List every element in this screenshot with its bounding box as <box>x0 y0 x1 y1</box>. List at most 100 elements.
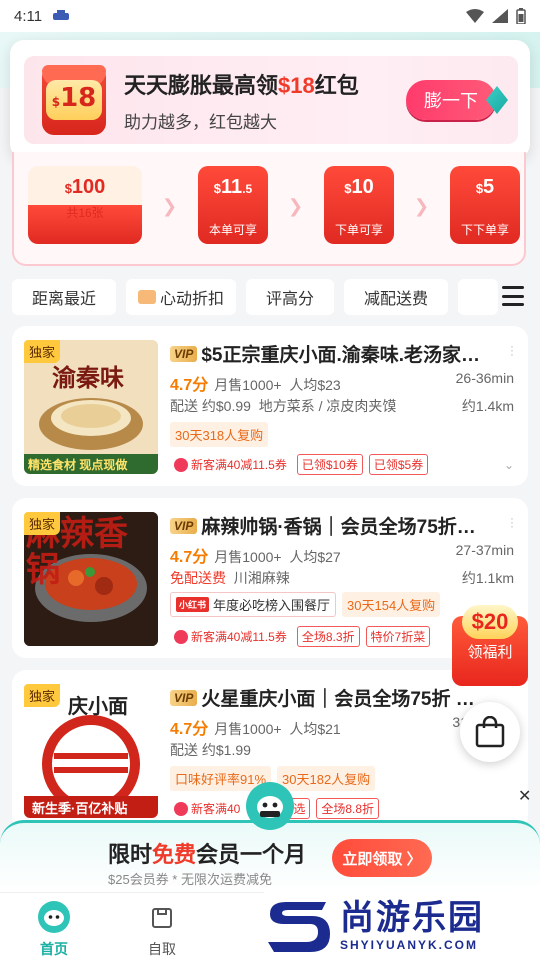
filter-reduced-delivery[interactable]: 减配送费 <box>344 279 449 315</box>
filter-discount[interactable]: 心动折扣 <box>126 279 237 315</box>
coupon-currency: $ <box>64 181 72 196</box>
filter-more[interactable] <box>458 279 499 315</box>
avg-price: 人均$21 <box>289 721 341 737</box>
red-envelope-popup[interactable]: $18 天天膨胀最高领$18红包 助力越多，红包越大 膨一下 <box>10 40 530 158</box>
expand-button[interactable]: 膨一下 <box>406 80 496 120</box>
shopping-bag-icon <box>475 716 505 748</box>
coupon-label: 下单可享 <box>334 223 383 237</box>
delivery-eta: 26-36min <box>455 370 514 386</box>
promo-icon <box>174 457 188 472</box>
watermark-text: 尚游乐园 SHYIYUANYK.COM <box>340 900 484 952</box>
coupon-amount: $100 <box>28 176 142 200</box>
coupon-value: 5 <box>483 176 495 198</box>
shop-distance: 约1.4km <box>461 398 514 414</box>
member-banner[interactable]: 限时免费会员一个月 $25会员券 * 无限次运费减免 立即领取 〉 <box>0 820 540 892</box>
tab-home[interactable]: 首页 <box>14 901 94 959</box>
repurchase-tag: 30天154人复购 <box>342 592 441 617</box>
coupon-item[interactable]: $5 下下单享 <box>450 166 520 244</box>
pickup-bag-icon <box>146 901 178 933</box>
close-icon[interactable]: ✕ <box>518 786 531 806</box>
repurchase-tag: 30天182人复购 <box>277 766 376 791</box>
shop-score: 4.7分 <box>170 549 209 566</box>
promo-icon <box>174 629 188 644</box>
coupon-item[interactable]: $10 下单可享 <box>324 166 394 244</box>
signal-icon <box>492 9 508 23</box>
more-icon[interactable]: · · · <box>510 340 514 360</box>
new-customer-promo: 新客满40减11.5券 <box>170 626 291 647</box>
coupon-currency: $ <box>213 181 222 196</box>
thumb-caption: 新生季·百亿补贴 <box>32 801 128 816</box>
filter-nearest[interactable]: 距离最近 <box>12 279 117 315</box>
coupon-amount: $10 <box>324 176 394 200</box>
tab-pickup[interactable]: 自取 <box>122 901 202 959</box>
watermark: 尚游乐园 SHYIYUANYK.COM <box>264 892 540 960</box>
exclusive-badge: 独家 <box>24 684 61 707</box>
promo-text: 新客满40 <box>191 802 241 816</box>
coupon-label: 下下单享 <box>460 223 509 237</box>
shop-stats: 4.7分 月售1000+ 人均$23 <box>170 371 341 395</box>
coupon-tag: 已领$5券 <box>368 454 429 475</box>
shop-name: 麻辣帅锅·香锅｜会员全场75折… <box>201 517 476 538</box>
more-icon[interactable]: · · · <box>510 512 514 532</box>
red-envelope-icon: $18 <box>42 65 106 135</box>
chevron-right-icon: ❯ <box>288 196 304 216</box>
highlight-tags: 30天318人复购 <box>170 422 269 447</box>
shop-card[interactable]: 渝秦味 精选食材 现点现做 独家 VIP $5正宗重庆小面.渝秦味.老汤家… · ·… <box>12 326 528 486</box>
popup-title-suffix: 红包 <box>314 72 359 98</box>
shop-name: $5正宗重庆小面.渝秦味.老汤家… <box>201 345 481 366</box>
status-bar: 4:11 <box>0 0 540 32</box>
tab-home-label: 首页 <box>40 941 68 957</box>
chevron-right-icon: ❯ <box>414 196 430 216</box>
coupon-item[interactable]: $11.5 本单可享 <box>198 166 268 244</box>
highlight-tags: 小红书 年度必吃榜入围餐厅 30天154人复购 <box>170 592 441 617</box>
promo-text: 新客满40减11.5券 <box>191 630 287 644</box>
status-time: 4:11 <box>14 7 43 25</box>
thumb-brand: 庆小面 <box>68 696 128 718</box>
popup-content: $18 天天膨胀最高领$18红包 助力越多，红包越大 膨一下 <box>24 56 518 144</box>
monthly-sales: 月售1000+ <box>214 377 282 393</box>
delivery-fee: 免配送费 <box>170 570 226 586</box>
coupon-value: 11 <box>221 176 243 198</box>
shop-name: 火星重庆小面｜会员全场75折 (… <box>201 689 480 710</box>
shop-card[interactable]: 麻辣香锅 独家 VIP 麻辣帅锅·香锅｜会员全场75折… · · · 4.7分 月售10… <box>12 498 528 658</box>
shop-category: 川湘麻辣 <box>233 570 290 586</box>
ranking-badge: 小红书 <box>176 597 210 612</box>
shop-delivery: 配送 约$1.99 <box>170 742 251 758</box>
filter-discount-label: 心动折扣 <box>160 291 225 308</box>
menu-icon[interactable] <box>502 286 524 306</box>
mascot-icon <box>246 782 294 830</box>
welfare-float[interactable]: $20 领福利 <box>452 605 528 686</box>
coupon-amount: $11.5 <box>198 176 268 200</box>
popup-text: 天天膨胀最高领$18红包 助力越多，红包越大 <box>124 68 359 133</box>
coupon-value: 10 <box>351 176 374 198</box>
battery-icon <box>516 8 526 24</box>
chevron-down-icon[interactable]: ⌄ <box>504 458 514 472</box>
chevron-right-icon: ❯ <box>162 196 178 216</box>
member-title: 限时免费会员一个月 <box>108 837 306 869</box>
shop-delivery: 配送 约$0.99 地方菜系 / 凉皮肉夹馍 <box>170 396 396 416</box>
vip-badge: VIP <box>170 518 198 534</box>
shop-delivery: 免配送费 川湘麻辣 <box>170 568 290 588</box>
claim-now-button[interactable]: 立即领取 〉 <box>332 839 432 877</box>
tab-pickup-label: 自取 <box>148 941 176 957</box>
cart-button[interactable] <box>460 702 520 762</box>
coupon-currency: $ <box>475 181 484 196</box>
thumb-caption: 精选食材 现点现做 <box>28 458 128 472</box>
filter-top-rated[interactable]: 评高分 <box>246 279 335 315</box>
watermark-logo <box>268 902 330 952</box>
member-subtitle: $25会员券 * 无限次运费减免 <box>108 872 272 887</box>
shop-score: 4.7分 <box>170 377 209 394</box>
member-title-highlight: 免费 <box>152 842 197 867</box>
repurchase-tag: 30天318人复购 <box>170 422 269 447</box>
wifi-icon <box>466 9 484 23</box>
watermark-cn: 尚游乐园 <box>340 898 484 938</box>
new-customer-promo: 新客满40减11.5券 <box>170 454 291 475</box>
promo-tags: 新客满40减11.5券 已领$10券 已领$5券 <box>170 454 429 475</box>
discount-tag: 特价7折菜 <box>365 626 431 647</box>
envelope-amount-value: 18 <box>60 83 97 113</box>
coupon-total[interactable]: $100 共16张 <box>28 166 142 244</box>
delivery-fee: 配送 约$0.99 <box>170 398 251 414</box>
discount-tag: 全场8.3折 <box>296 626 360 647</box>
filter-bar: 距离最近 心动折扣 评高分 减配送费 <box>12 278 532 316</box>
exclusive-badge: 独家 <box>24 512 61 535</box>
